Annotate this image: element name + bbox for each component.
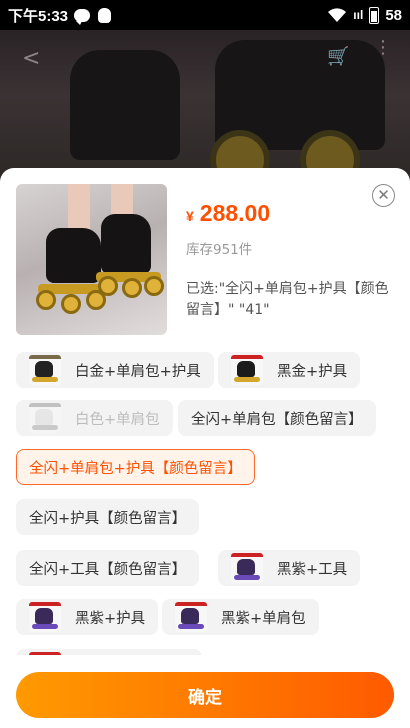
option-chip[interactable]: 全闪+工具【颜色留言】: [16, 550, 200, 586]
option-chip[interactable]: 全闪+单肩包【颜色留言】: [178, 400, 376, 436]
qq-notification-icon: [98, 7, 112, 23]
stock-count: 库存951件: [186, 242, 253, 258]
status-time: 下午5:33: [8, 7, 69, 25]
option-chip[interactable]: 全闪+护具【颜色留言】: [16, 499, 200, 535]
status-bar: 下午5:33 ııl 58: [0, 0, 410, 30]
option-label: 白色+单肩包: [75, 411, 160, 428]
wifi-icon: [328, 7, 347, 22]
option-thumbnail: [231, 553, 263, 583]
close-icon[interactable]: ✕: [372, 184, 395, 207]
option-label: 黑紫+护具: [75, 610, 146, 627]
price-value: 288.00: [199, 200, 271, 226]
option-chip[interactable]: 黑金+护具: [218, 352, 361, 388]
option-chip[interactable]: 黑紫+工具: [218, 550, 361, 586]
option-label: 黑金+护具: [277, 363, 348, 380]
sku-selection-sheet: ✕ ¥288.00 库存951件 已选:"全闪+单肩包+护具【颜色留言】" "4…: [0, 168, 410, 728]
option-chip[interactable]: 白金+单肩包+护具: [16, 352, 214, 388]
back-icon[interactable]: <: [22, 46, 40, 71]
option-chip[interactable]: 白色+单肩包: [16, 400, 173, 436]
option-thumbnail: [29, 355, 61, 385]
background-product-image: < 🛒 ⋮: [0, 30, 410, 190]
chat-notification-icon: [74, 8, 91, 25]
option-label: 全闪+单肩包+护具【颜色留言】: [29, 460, 242, 477]
option-label: 黑紫+单肩包: [221, 610, 306, 627]
battery-icon: [369, 6, 380, 24]
product-thumbnail: [16, 184, 167, 335]
more-icon[interactable]: ⋮: [374, 39, 392, 57]
option-label: 全闪+工具【颜色留言】: [29, 561, 187, 578]
option-chip[interactable]: 黑紫+护具: [16, 599, 159, 635]
cart-icon[interactable]: 🛒: [327, 46, 349, 67]
option-chip[interactable]: 黑紫+单肩包: [162, 599, 319, 635]
option-thumbnail: [231, 355, 263, 385]
option-chip-selected[interactable]: 全闪+单肩包+护具【颜色留言】: [16, 449, 255, 485]
signal-icon: ııl: [353, 8, 364, 22]
battery-level: 58: [385, 6, 402, 24]
background-skate-left: [70, 50, 180, 160]
currency-symbol: ¥: [186, 208, 194, 224]
option-label: 全闪+护具【颜色留言】: [29, 510, 187, 527]
selected-option-text: 已选:"全闪+单肩包+护具【颜色留言】" "41": [186, 281, 389, 318]
confirm-button[interactable]: 确定: [16, 672, 394, 718]
option-thumbnail: [29, 403, 61, 433]
option-thumbnail: [175, 602, 207, 632]
option-label: 黑紫+工具: [277, 561, 348, 578]
option-label: 白金+单肩包+护具: [75, 363, 201, 380]
option-thumbnail: [29, 602, 61, 632]
option-label: 全闪+单肩包【颜色留言】: [191, 411, 363, 428]
price: ¥288.00: [186, 200, 270, 227]
